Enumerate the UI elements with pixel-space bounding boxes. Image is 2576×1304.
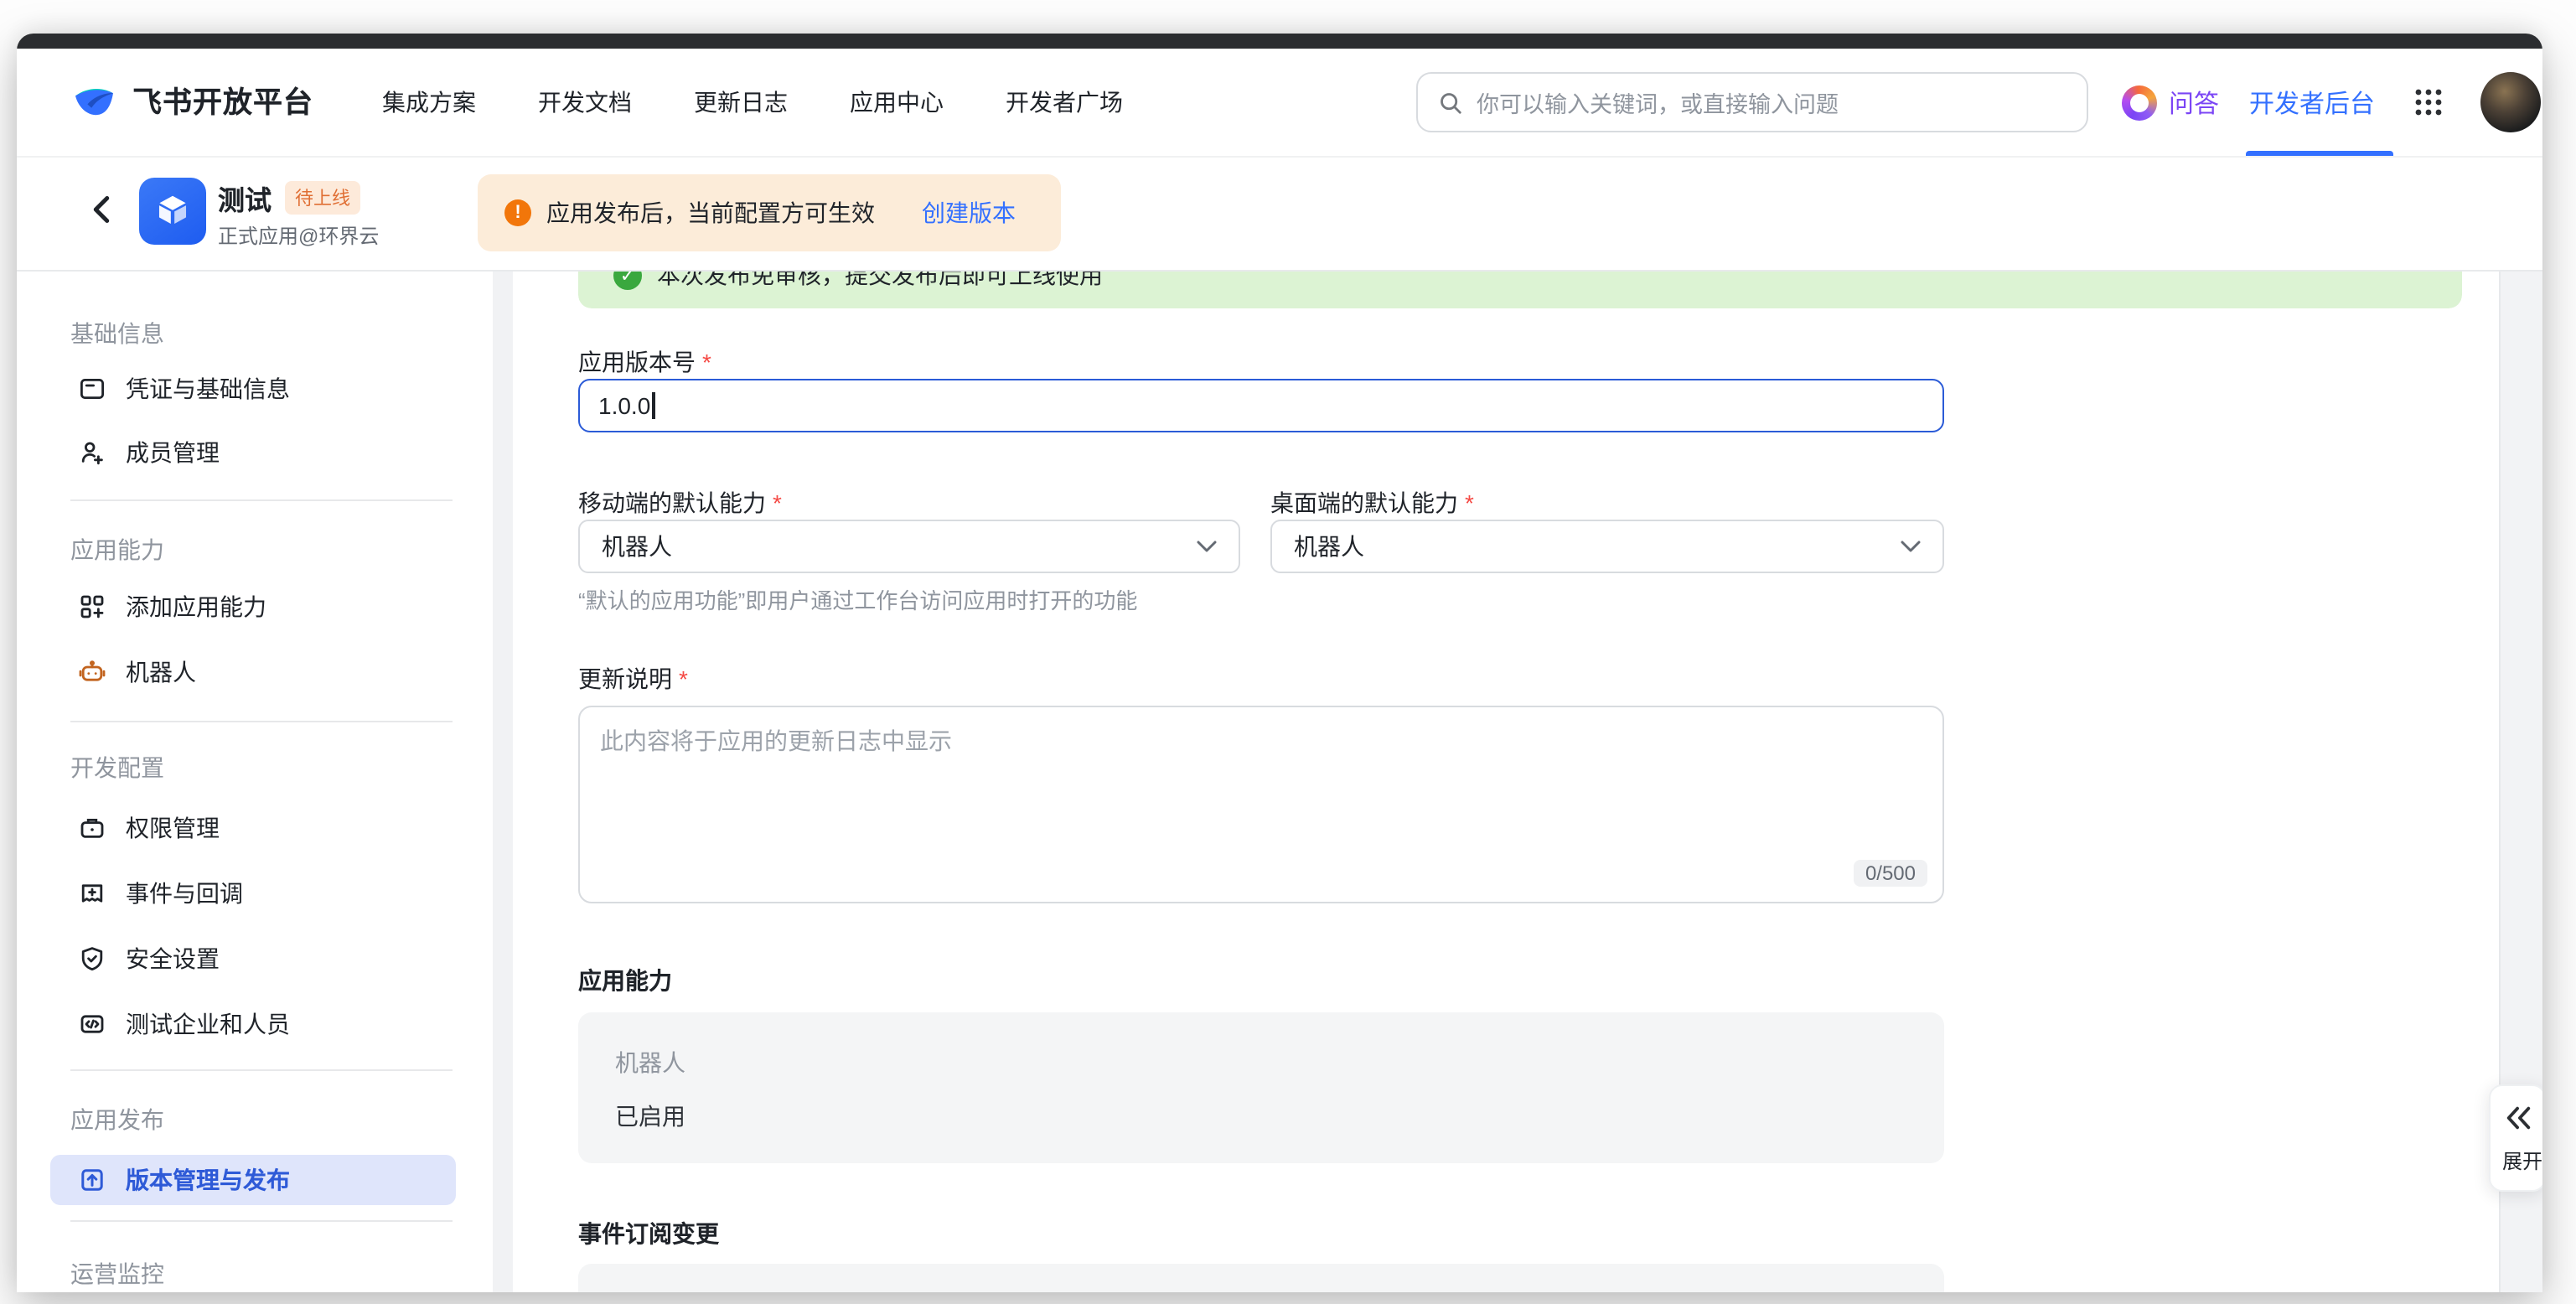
sidebar-divider xyxy=(70,1220,453,1222)
top-navigation: 飞书开放平台 集成方案 开发文档 更新日志 应用中心 开发者广场 你可以输入关键… xyxy=(17,49,2542,158)
success-banner: ✓ 本次发布免审核，提交发布后即可上线使用 xyxy=(578,272,2462,308)
nav-item-dev-plaza[interactable]: 开发者广场 xyxy=(1006,85,1123,119)
status-badge: 待上线 xyxy=(285,181,360,215)
warning-text: 应用发布后，当前配置方可生效 xyxy=(546,196,875,230)
sidebar-section-basic-info: 基础信息 xyxy=(70,317,164,350)
sidebar-section-dev-config: 开发配置 xyxy=(70,751,164,784)
search-input[interactable]: 你可以输入关键词，或直接输入问题 xyxy=(1416,72,2088,132)
briefcase-icon xyxy=(79,815,106,841)
update-notes-label: 更新说明* xyxy=(578,662,688,696)
sidebar-section-capabilities: 应用能力 xyxy=(70,533,164,567)
double-chevron-left-icon xyxy=(2504,1106,2532,1138)
event-plus-icon xyxy=(79,880,106,907)
sidebar-section-release: 应用发布 xyxy=(70,1103,164,1136)
developer-console-tab[interactable]: 开发者后台 xyxy=(2249,49,2375,156)
desktop-capability-label: 桌面端的默认能力* xyxy=(1270,486,1474,520)
sidebar-divider xyxy=(70,1069,453,1071)
app-icon xyxy=(139,178,206,245)
sidebar-item-permissions[interactable]: 权限管理 xyxy=(50,803,456,853)
version-field-label: 应用版本号* xyxy=(578,345,711,379)
desktop-capability-select[interactable]: 机器人 xyxy=(1270,520,1944,573)
update-notes-field: 0/500 xyxy=(578,706,1944,903)
nav-item-docs[interactable]: 开发文档 xyxy=(538,85,632,119)
mobile-capability-label: 移动端的默认能力* xyxy=(578,486,782,520)
qa-entry[interactable]: 问答 xyxy=(2122,49,2219,156)
primary-nav: 集成方案 开发文档 更新日志 应用中心 开发者广场 xyxy=(382,49,1123,156)
text-caret xyxy=(652,392,654,419)
sidebar-item-security[interactable]: 安全设置 xyxy=(50,934,456,984)
nav-item-app-center[interactable]: 应用中心 xyxy=(850,85,944,119)
vertical-scrollbar[interactable] xyxy=(493,272,513,1292)
sidebar-item-credentials[interactable]: 凭证与基础信息 xyxy=(50,364,456,414)
sidebar-divider xyxy=(70,721,453,722)
sidebar-item-members[interactable]: 成员管理 xyxy=(50,427,456,478)
sidebar-item-add-capability[interactable]: 添加应用能力 xyxy=(50,582,456,632)
publish-icon xyxy=(79,1167,106,1193)
qa-ring-icon xyxy=(2122,85,2157,120)
feishu-logo[interactable]: 飞书开放平台 xyxy=(72,79,313,122)
warning-icon: ! xyxy=(504,199,531,226)
sidebar-item-test-enterprise[interactable]: 测试企业和人员 xyxy=(50,999,456,1049)
app-name: 测试 xyxy=(218,178,272,218)
capability-name: 机器人 xyxy=(615,1046,685,1079)
sidebar-divider xyxy=(70,499,453,501)
browser-window: 飞书开放平台 集成方案 开发文档 更新日志 应用中心 开发者广场 你可以输入关键… xyxy=(17,34,2542,1292)
qa-label: 问答 xyxy=(2169,85,2219,120)
nav-item-integration[interactable]: 集成方案 xyxy=(382,85,476,119)
page-body: 基础信息 凭证与基础信息 成员管理 xyxy=(17,272,2542,1292)
event-subscription-title: 事件订阅变更 xyxy=(578,1217,719,1250)
back-button[interactable] xyxy=(87,194,116,233)
success-check-icon: ✓ xyxy=(613,272,642,289)
create-version-link[interactable]: 创建版本 xyxy=(922,196,1016,230)
capability-status: 已启用 xyxy=(615,1100,685,1133)
desktop-capability-value: 机器人 xyxy=(1294,530,1364,563)
mobile-capability-select[interactable]: 机器人 xyxy=(578,520,1240,573)
feishu-logo-icon xyxy=(72,79,119,122)
robot-icon xyxy=(79,659,106,686)
required-mark: * xyxy=(702,349,711,375)
grid-plus-icon xyxy=(79,593,106,620)
main-content: ✓ 本次发布免审核，提交发布后即可上线使用 应用版本号* 1.0.0 移动端的默… xyxy=(578,272,2462,1292)
sidebar-section-monitoring: 运营监控 xyxy=(70,1257,164,1291)
chevron-down-icon xyxy=(1197,540,1217,553)
active-tab-underline xyxy=(2246,151,2393,156)
search-icon xyxy=(1438,90,1463,115)
shield-check-icon xyxy=(79,945,106,972)
app-capability-title: 应用能力 xyxy=(578,964,672,997)
window-chrome-bar xyxy=(17,34,2542,49)
user-plus-icon xyxy=(79,439,106,466)
sidebar-item-bot[interactable]: 机器人 xyxy=(50,647,456,697)
event-subscription-card xyxy=(578,1264,1944,1292)
expand-label: 展开 xyxy=(2502,1146,2542,1175)
app-version-value: 1.0.0 xyxy=(598,392,650,419)
app-header-bar: 测试 待上线 正式应用@环界云 ! 应用发布后，当前配置方可生效 创建版本 xyxy=(17,158,2542,272)
app-capability-card: 机器人 已启用 xyxy=(578,1012,1944,1163)
nav-item-changelog[interactable]: 更新日志 xyxy=(694,85,788,119)
success-banner-text: 本次发布免审核，提交发布后即可上线使用 xyxy=(657,272,1103,292)
apps-grid-icon[interactable] xyxy=(2413,87,2444,126)
code-box-icon xyxy=(79,1011,106,1038)
char-counter: 0/500 xyxy=(1854,860,1927,887)
update-notes-textarea[interactable] xyxy=(578,706,1944,903)
chevron-down-icon xyxy=(1901,540,1921,553)
expand-panel-button[interactable]: 展开 xyxy=(2489,1084,2542,1192)
warning-banner: ! 应用发布后，当前配置方可生效 创建版本 xyxy=(478,174,1061,251)
user-avatar[interactable] xyxy=(2480,72,2541,132)
mobile-capability-value: 机器人 xyxy=(602,530,672,563)
sidebar-item-events-callbacks[interactable]: 事件与回调 xyxy=(50,868,456,918)
search-placeholder: 你可以输入关键词，或直接输入问题 xyxy=(1477,85,1839,119)
stage: 飞书开放平台 集成方案 开发文档 更新日志 应用中心 开发者广场 你可以输入关键… xyxy=(0,0,2576,1304)
screen: 飞书开放平台 集成方案 开发文档 更新日志 应用中心 开发者广场 你可以输入关键… xyxy=(0,0,2576,1304)
id-card-icon xyxy=(79,375,106,402)
sidebar-item-version-release[interactable]: 版本管理与发布 xyxy=(50,1155,456,1205)
app-subtitle: 正式应用@环界云 xyxy=(218,221,379,250)
app-version-input[interactable]: 1.0.0 xyxy=(578,379,1944,432)
logo-title: 飞书开放平台 xyxy=(132,80,313,122)
capability-note: “默认的应用功能”即用户通过工作台访问应用时打开的功能 xyxy=(578,583,1137,615)
